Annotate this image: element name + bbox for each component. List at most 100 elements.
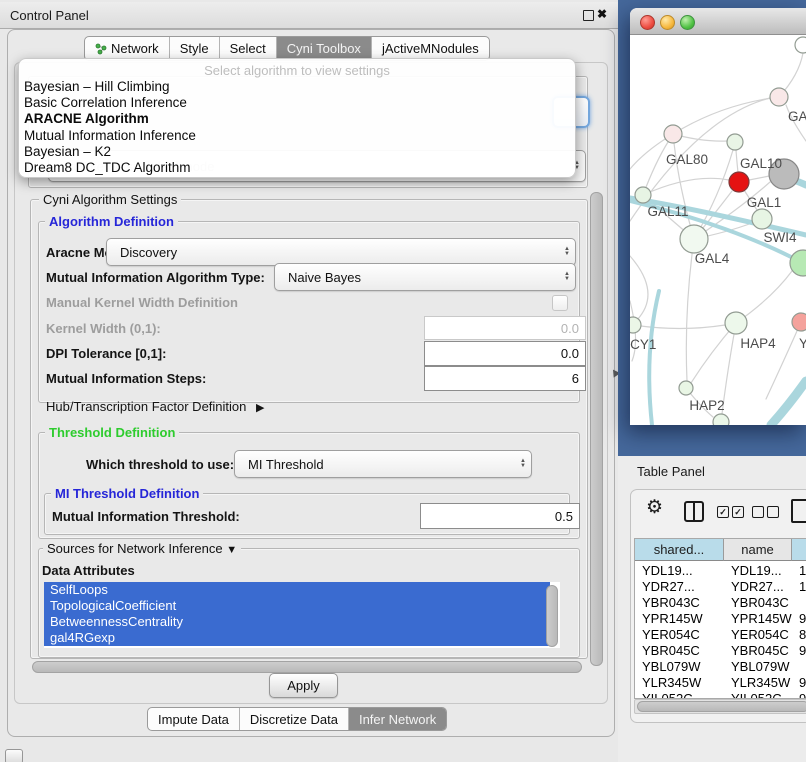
attribute-list-item[interactable]: gal4RGexp: [44, 630, 550, 646]
network-edge[interactable]: [749, 176, 769, 180]
table-row[interactable]: YLR345WYLR345W9.: [635, 675, 806, 691]
table-cell[interactable]: YPR145W: [724, 611, 792, 627]
node-table[interactable]: shared... name A YDL19...YDL19...13YDR27…: [634, 538, 806, 699]
network-svg[interactable]: GAL80GAL10GAL1GAL11GAL4SWI4GCY1HAP4HAP2G…: [630, 35, 806, 425]
columns-icon[interactable]: [684, 501, 704, 522]
table-cell[interactable]: YER054C: [635, 627, 724, 643]
tab-style[interactable]: Style: [169, 37, 219, 60]
table-cell[interactable]: 9.: [792, 611, 806, 627]
network-edge[interactable]: [766, 322, 801, 399]
network-node[interactable]: [770, 88, 788, 106]
tab-cyni-toolbox[interactable]: Cyni Toolbox: [276, 37, 371, 60]
network-edge[interactable]: [633, 325, 725, 329]
tab-jactivemnodules[interactable]: jActiveMNodules: [371, 37, 489, 60]
network-node[interactable]: [729, 172, 749, 192]
table-row[interactable]: YBL079WYBL079W: [635, 659, 806, 675]
settings-horizontal-scrollbar[interactable]: [32, 661, 582, 673]
tab-select[interactable]: Select: [219, 37, 276, 60]
column-header-shared[interactable]: shared...: [635, 539, 724, 561]
column-header-next[interactable]: A: [792, 539, 806, 561]
kernel-width-input[interactable]: 0.0: [424, 316, 586, 340]
tab-network[interactable]: Network: [85, 37, 169, 60]
hub-definition-toggle[interactable]: Hub/Transcription Factor Definition ▶: [46, 399, 264, 414]
network-node[interactable]: [727, 134, 743, 150]
table-row[interactable]: YBR043CYBR043C: [635, 595, 806, 611]
table-row[interactable]: YPR145WYPR145W9.: [635, 611, 806, 627]
table-cell[interactable]: YPR145W: [635, 611, 724, 627]
table-cell[interactable]: YDL19...: [635, 563, 724, 579]
attribute-list-item[interactable]: BetweennessCentrality: [44, 614, 550, 630]
mi-steps-input[interactable]: 6: [424, 366, 586, 391]
table-row[interactable]: YER054CYER054C8.: [635, 627, 806, 643]
network-node[interactable]: [679, 381, 693, 395]
table-cell[interactable]: 13: [792, 563, 806, 579]
table-cell[interactable]: YBR045C: [635, 643, 724, 659]
table-hscroll-thumb[interactable]: [637, 701, 806, 712]
network-edge-thick[interactable]: [649, 291, 659, 425]
sources-toggle[interactable]: Sources for Network Inference ▼: [43, 541, 241, 556]
network-node[interactable]: [713, 414, 729, 425]
network-node[interactable]: [752, 209, 772, 229]
algorithm-option[interactable]: Dream8 DC_TDC Algorithm: [19, 160, 575, 176]
table-cell[interactable]: YER054C: [724, 627, 792, 643]
column-header-name[interactable]: name: [724, 539, 792, 561]
table-cell[interactable]: YBR045C: [724, 643, 792, 659]
network-edge-thick[interactable]: [771, 381, 806, 425]
table-row[interactable]: YDR27...YDR27...12: [635, 579, 806, 595]
document-icon[interactable]: [791, 499, 806, 523]
attribute-list-item[interactable]: SelfLoops: [44, 582, 550, 598]
network-node[interactable]: [664, 125, 682, 143]
close-traffic-light[interactable]: [640, 15, 655, 30]
algorithm-option[interactable]: Mutual Information Inference: [19, 128, 575, 144]
algorithm-option[interactable]: Basic Correlation Inference: [19, 95, 575, 111]
algorithm-option[interactable]: ARACNE Algorithm: [19, 111, 575, 127]
table-cell[interactable]: YIL052C: [724, 691, 792, 699]
network-edge[interactable]: [673, 97, 779, 134]
minimize-traffic-light[interactable]: [660, 15, 675, 30]
network-edge[interactable]: [643, 178, 729, 195]
table-cell[interactable]: 9.: [792, 675, 806, 691]
table-cell[interactable]: 9: [792, 691, 806, 699]
network-node[interactable]: [790, 250, 806, 276]
dpi-tolerance-input[interactable]: 0.0: [424, 341, 586, 366]
attribute-list-item[interactable]: TopologicalCoefficient: [44, 598, 550, 614]
apply-button[interactable]: Apply: [269, 673, 338, 698]
aracne-mode-combo[interactable]: Discovery ▲▼: [106, 238, 576, 266]
network-edge[interactable]: [686, 239, 694, 381]
float-window-icon[interactable]: [583, 10, 594, 21]
table-cell[interactable]: YDR27...: [635, 579, 724, 595]
gear-icon[interactable]: ⚙: [646, 496, 663, 519]
table-cell[interactable]: 8.: [792, 627, 806, 643]
network-node[interactable]: [792, 313, 806, 331]
network-window-titlebar[interactable]: [630, 8, 806, 35]
unchecked-columns-icon[interactable]: [752, 506, 779, 524]
network-node[interactable]: [795, 37, 806, 53]
mi-threshold-input[interactable]: 0.5: [420, 503, 580, 529]
table-cell[interactable]: YBR043C: [724, 595, 792, 611]
which-threshold-combo[interactable]: MI Threshold ▲▼: [234, 450, 532, 478]
checked-columns-icon[interactable]: ✓✓: [717, 506, 744, 524]
network-node[interactable]: [680, 225, 708, 253]
network-node[interactable]: [635, 187, 651, 203]
table-cell[interactable]: YIL052C: [635, 691, 724, 699]
network-node[interactable]: [630, 317, 641, 333]
mi-type-combo[interactable]: Naive Bayes ▲▼: [274, 263, 576, 291]
table-row[interactable]: YIL052CYIL052C9: [635, 691, 806, 699]
table-row[interactable]: YBR045CYBR045C9.: [635, 643, 806, 659]
settings-vertical-scrollbar[interactable]: [590, 192, 603, 666]
network-node[interactable]: [725, 312, 747, 334]
table-cell[interactable]: YBL079W: [724, 659, 792, 675]
table-cell[interactable]: 12: [792, 579, 806, 595]
attributes-scrollbar[interactable]: [546, 585, 558, 647]
tab-discretize-data[interactable]: Discretize Data: [239, 708, 348, 730]
tab-infer-network[interactable]: Infer Network: [348, 708, 446, 730]
table-cell[interactable]: 9.: [792, 643, 806, 659]
zoom-traffic-light[interactable]: [680, 15, 695, 30]
minimized-panel-icon[interactable]: [5, 749, 23, 762]
table-cell[interactable]: [792, 659, 806, 675]
algorithm-option[interactable]: Bayesian – Hill Climbing: [19, 79, 575, 95]
data-attributes-listbox[interactable]: SelfLoopsTopologicalCoefficientBetweenne…: [44, 582, 560, 648]
table-cell[interactable]: [792, 595, 806, 611]
tab-impute-data[interactable]: Impute Data: [148, 708, 239, 730]
table-row[interactable]: YDL19...YDL19...13: [635, 563, 806, 579]
